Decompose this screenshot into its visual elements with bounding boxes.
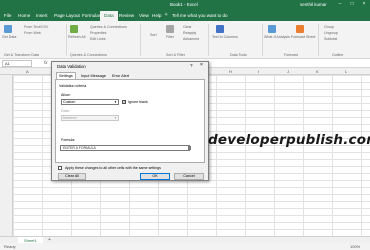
tab-page-layout[interactable]: Page Layout [54,13,80,18]
ungroup-button[interactable]: Ungroup [324,31,338,35]
window-title: Book1 - Excel [170,2,198,7]
ribbon-separator [208,24,209,56]
allow-value: Custom [63,100,76,104]
maximize-icon[interactable]: □ [348,1,356,7]
properties-button[interactable]: Properties [90,31,106,35]
ribbon: Get Data From Text/CSV From Web Get & Tr… [0,21,370,59]
fx-icon[interactable]: fx [44,60,48,65]
formula-input[interactable]: ENTER A FORMULA [60,145,191,151]
ribbon-separator [66,24,67,56]
tab-formulas[interactable]: Formulas [82,13,101,18]
what-if-icon[interactable] [268,25,276,33]
get-data-button[interactable]: Get Data [2,35,16,39]
edit-links-button[interactable]: Edit Links [90,37,106,41]
group-forecast: Forecast [284,53,298,57]
group-outline: Outline [332,53,344,57]
chevron-down-icon: ▼ [114,100,117,104]
filter-icon[interactable] [166,25,174,33]
zoom-level[interactable]: 100% [350,244,360,249]
get-data-icon[interactable] [4,25,12,33]
name-box[interactable]: A1 [2,60,32,67]
formula-label: Formula: [61,138,76,142]
clear-all-button[interactable]: Clear All [58,173,86,180]
settings-panel: Validation criteria Allow: Custom ▼ ✓ Ig… [55,79,205,163]
title-bar: Book1 - Excel senthil kumar – □ × [0,0,370,10]
ignore-blank-checkbox[interactable]: ✓ [122,100,126,104]
close-window-icon[interactable]: × [360,1,368,7]
chevron-down-icon: ▼ [114,116,117,120]
forecast-sheet-button[interactable]: Forecast Sheet [291,35,315,39]
account-name[interactable]: senthil kumar [300,2,327,7]
tab-file[interactable]: File [4,13,11,18]
column-header[interactable]: A [26,69,29,74]
refresh-all-button[interactable]: Refresh All [68,35,85,39]
status-bar: Ready 100% [0,243,370,250]
data-dropdown: between ▼ [61,115,119,121]
tell-me-box[interactable]: Tell me what you want to do [172,13,228,18]
data-validation-dialog: Data Validation ? × Settings Input Messa… [51,61,209,181]
what-if-button[interactable]: What-If Analysis [264,35,290,39]
allow-label: Allow: [61,93,71,97]
ok-button[interactable]: OK [140,173,170,180]
clear-filter-button[interactable]: Clear [183,25,192,29]
range-select-icon[interactable] [188,146,191,150]
text-to-columns-button[interactable]: Text to Columns [212,35,238,39]
help-icon[interactable]: ? [190,63,193,68]
allow-dropdown[interactable]: Custom ▼ [61,99,119,105]
dialog-title: Data Validation [57,64,86,69]
criteria-label: Validation criteria [59,84,87,88]
tab-insert[interactable]: Insert [36,13,48,18]
sheet-tabs-bar: Sheet1 + [0,236,370,245]
column-header[interactable]: I [258,69,259,74]
subtotal-button[interactable]: Subtotal [324,37,337,41]
sort-button[interactable]: Sort [150,33,157,37]
tab-help[interactable]: Help [152,13,161,18]
minimize-icon[interactable]: – [336,1,344,7]
ribbon-separator [318,24,319,56]
cancel-button[interactable]: Cancel [174,173,204,180]
tab-view[interactable]: View [139,13,149,18]
group-button[interactable]: Group [324,25,334,29]
data-label: Data: [61,109,70,113]
advanced-button[interactable]: Advanced [183,37,199,41]
forecast-sheet-icon[interactable] [296,25,304,33]
close-icon[interactable]: × [200,62,203,68]
text-to-columns-icon[interactable] [216,25,224,33]
ribbon-separator [262,24,263,56]
watermark-brand: developerpublish.com [208,132,370,148]
data-value: between [63,116,77,120]
tab-data[interactable]: Data [100,11,118,21]
formula-value: ENTER A FORMULA [63,146,96,150]
reapply-button[interactable]: Reapply [183,31,196,35]
from-text-button[interactable]: From Text/CSV [24,25,48,29]
apply-all-label: Apply these changes to all other cells w… [65,166,161,170]
column-header[interactable]: K [316,69,319,74]
group-sort-filter: Sort & Filter [166,53,185,57]
refresh-icon[interactable] [70,25,78,33]
tab-home[interactable]: Home [18,13,30,18]
group-data-tools: Data Tools [230,53,247,57]
tab-review[interactable]: Review [119,13,134,18]
status-text: Ready [4,244,16,249]
group-queries: Queries & Connections [70,53,107,57]
lightbulb-icon: ✧ [164,12,169,18]
ribbon-separator [140,24,141,56]
column-header[interactable]: H [229,69,232,74]
column-header[interactable]: L [345,69,347,74]
from-web-button[interactable]: From Web [24,31,41,35]
column-header[interactable]: J [287,69,289,74]
ribbon-tabs: File Home Insert Page Layout Formulas Da… [0,10,370,21]
group-get-transform: Get & Transform Data [4,53,39,57]
filter-button[interactable]: Filter [166,35,174,39]
apply-all-checkbox[interactable] [58,166,62,170]
queries-connections-button[interactable]: Queries & Connections [90,25,127,29]
ignore-blank-label: Ignore blank [128,100,148,104]
row-headers[interactable] [0,75,13,236]
